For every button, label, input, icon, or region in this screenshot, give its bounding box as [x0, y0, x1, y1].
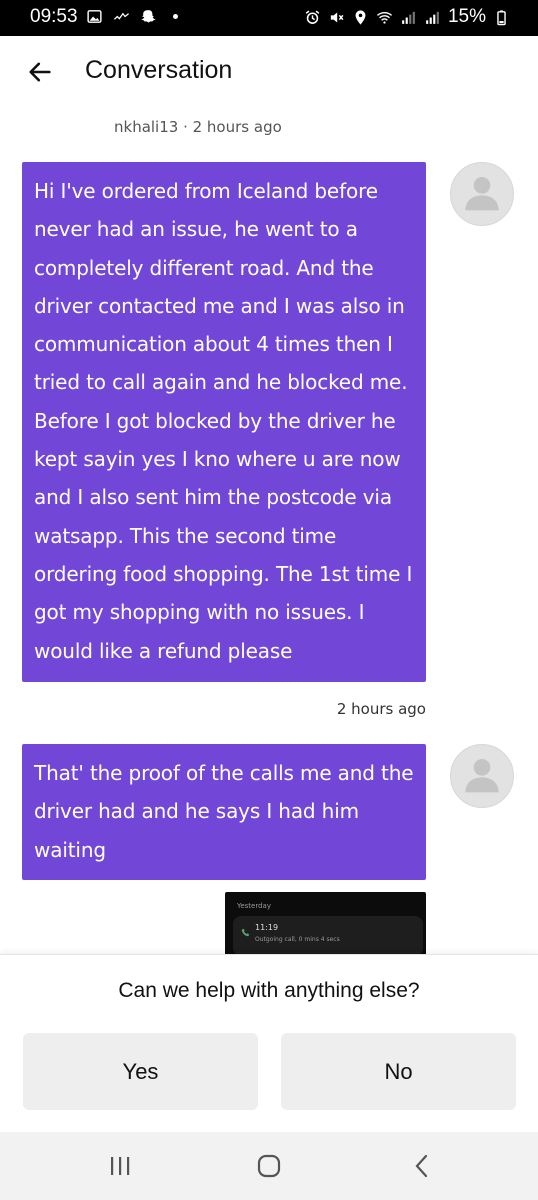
- recents-icon: [108, 1155, 132, 1177]
- image-icon: [86, 8, 103, 25]
- snapchat-icon: [140, 8, 157, 25]
- system-nav-bar: [0, 1132, 538, 1200]
- no-button[interactable]: No: [281, 1033, 516, 1110]
- avatar: [450, 744, 514, 808]
- battery-percent: 15%: [447, 6, 486, 27]
- user-icon: [462, 172, 502, 216]
- mute-icon: [328, 9, 345, 26]
- chevron-left-icon: [411, 1153, 431, 1179]
- status-time: 09:53: [30, 6, 78, 27]
- signal-activity-icon: [113, 8, 130, 25]
- home-icon: [256, 1153, 282, 1179]
- call-detail: Outgoing call, 0 mins 4 secs: [255, 936, 340, 943]
- wifi-icon: [376, 9, 393, 26]
- app-bar: Conversation: [0, 36, 538, 113]
- system-back-button[interactable]: [401, 1150, 441, 1182]
- dot-icon: [167, 8, 184, 25]
- message-bubble: Hi I've ordered from Iceland before neve…: [22, 162, 426, 682]
- arrow-left-icon: [26, 58, 54, 90]
- home-button[interactable]: [249, 1150, 289, 1182]
- signal-icon: [400, 9, 417, 26]
- signal-icon: [424, 9, 441, 26]
- message-meta: nkhali13 · 2 hours ago: [114, 118, 282, 136]
- yes-button[interactable]: Yes: [23, 1033, 258, 1110]
- phone-icon: [241, 928, 250, 937]
- recents-button[interactable]: [100, 1150, 140, 1182]
- alarm-icon: [304, 9, 321, 26]
- call-log-entry: 11:19 Outgoing call, 0 mins 4 secs: [233, 916, 423, 954]
- avatar: [450, 162, 514, 226]
- help-panel: Can we help with anything else? Yes No: [0, 954, 538, 1133]
- back-button[interactable]: [20, 54, 60, 94]
- page-title: Conversation: [85, 56, 233, 84]
- message-timestamp: 2 hours ago: [336, 700, 426, 718]
- attachment-date-label: Yesterday: [237, 902, 271, 910]
- help-question: Can we help with anything else?: [118, 979, 420, 1002]
- user-icon: [462, 754, 502, 798]
- battery-icon: [493, 9, 510, 26]
- call-time: 11:19: [255, 923, 279, 932]
- status-bar: 09:53 15%: [0, 0, 538, 36]
- location-icon: [352, 9, 369, 26]
- image-attachment[interactable]: Yesterday 11:19 Outgoing call, 0 mins 4 …: [225, 892, 426, 954]
- conversation-thread[interactable]: nkhali13 · 2 hours ago Hi I've ordered f…: [0, 112, 538, 954]
- message-bubble: That' the proof of the calls me and the …: [22, 744, 426, 880]
